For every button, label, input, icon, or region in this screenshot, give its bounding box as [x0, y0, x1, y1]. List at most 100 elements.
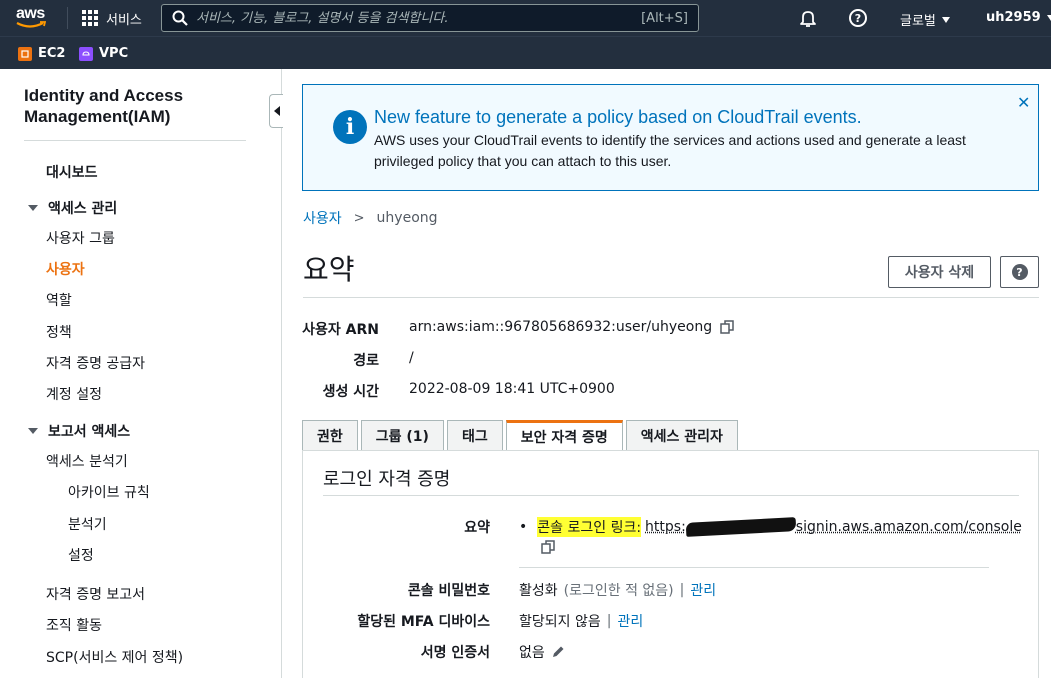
sidebar-section-access-management[interactable]: 액세스 관리 — [28, 198, 117, 218]
sidebar-item-account-settings[interactable]: 계정 설정 — [46, 384, 102, 404]
sidebar-item-identity-providers[interactable]: 자격 증명 공급자 — [46, 353, 145, 373]
section-heading: 액세스 관리 — [48, 198, 117, 218]
bullet: • — [519, 519, 527, 535]
mfa-status: 할당되지 않음 — [519, 611, 601, 631]
pencil-icon[interactable] — [551, 645, 565, 659]
console-password-status: 활성화 — [519, 580, 558, 600]
page-title: 요약 — [303, 248, 355, 288]
console-link-suffix: signin.aws.amazon.com/console — [796, 519, 1022, 535]
aws-smile-icon — [16, 21, 46, 29]
console-link-prefix: https: — [645, 519, 686, 535]
signing-certificate-status: 없음 — [519, 642, 545, 662]
console-link-row: • 콘솔 로그인 링크: https: signin.aws.amazon.co… — [519, 517, 1022, 537]
sidebar-item-roles[interactable]: 역할 — [46, 290, 72, 310]
info-banner: i New feature to generate a policy based… — [302, 84, 1039, 191]
account-menu[interactable]: uh2959 — [986, 10, 1051, 25]
breadcrumb-current: uhyeong — [377, 210, 438, 226]
mfa-device-value: 할당되지 않음 | 관리 — [519, 611, 643, 631]
path-value: / — [409, 350, 414, 366]
caret-down-icon — [28, 205, 38, 211]
nav-divider — [67, 7, 68, 29]
section-heading: 보고서 액세스 — [48, 421, 130, 441]
sidebar: Identity and Access Management(IAM) 대시보드… — [0, 69, 282, 678]
tab-security-credentials[interactable]: 보안 자격 증명 — [506, 420, 623, 451]
sidebar-item-analyzers[interactable]: 분석기 — [68, 514, 107, 534]
user-arn-label: 사용자 ARN — [302, 319, 379, 339]
banner-body: AWS uses your CloudTrail events to ident… — [374, 130, 994, 172]
console-link-label: 콘솔 로그인 링크: — [537, 517, 641, 537]
services-label: 서비스 — [106, 9, 142, 28]
sidebar-item-policies[interactable]: 정책 — [46, 322, 72, 342]
security-credentials-panel: 로그인 자격 증명 요약 • 콘솔 로그인 링크: https: signin.… — [302, 450, 1039, 678]
summary-label: 요약 — [464, 517, 490, 537]
grid-icon — [82, 10, 98, 26]
copy-icon[interactable] — [541, 540, 555, 554]
sidebar-item-analyzer-settings[interactable]: 설정 — [68, 545, 94, 565]
search-icon — [172, 10, 188, 26]
favorite-vpc[interactable]: VPC — [79, 46, 128, 61]
help-button[interactable]: ? — [1000, 256, 1039, 288]
info-icon: i — [333, 110, 367, 144]
top-navigation-bar: aws 서비스 [Alt+S] ? 글로벌 uh2959 — [0, 0, 1051, 36]
close-icon[interactable]: ✕ — [1017, 93, 1030, 112]
breadcrumb: 사용자 > uhyeong — [303, 208, 438, 228]
sidebar-title[interactable]: Identity and Access Management(IAM) — [24, 85, 224, 127]
region-label: 글로벌 — [900, 10, 936, 29]
sidebar-section-access-reports[interactable]: 보고서 액세스 — [28, 421, 130, 441]
section-divider — [323, 495, 1019, 496]
row-divider — [519, 567, 989, 568]
delete-user-button[interactable]: 사용자 삭제 — [888, 256, 991, 288]
services-menu-button[interactable]: 서비스 — [82, 8, 142, 28]
console-password-value: 활성화 (로그인한 적 없음) | 관리 — [519, 580, 716, 600]
creation-time-value: 2022-08-09 18:41 UTC+0900 — [409, 381, 615, 397]
user-arn-text: arn:aws:iam::967805686932:user/uhyeong — [409, 319, 712, 335]
sidebar-item-scp[interactable]: SCP(서비스 제어 정책) — [46, 647, 183, 667]
mfa-device-label: 할당된 MFA 디바이스 — [357, 611, 490, 631]
summary-divider — [303, 297, 1039, 298]
favorite-label: EC2 — [38, 46, 65, 61]
manage-password-link[interactable]: 관리 — [690, 580, 716, 600]
favorite-ec2[interactable]: EC2 — [18, 46, 65, 61]
section-title: 로그인 자격 증명 — [323, 465, 450, 491]
chevron-down-icon — [1047, 15, 1051, 21]
path-label: 경로 — [353, 350, 379, 370]
creation-time-label: 생성 시간 — [323, 381, 379, 401]
signing-certificate-value: 없음 — [519, 642, 565, 662]
console-password-note: (로그인한 적 없음) — [564, 580, 674, 600]
bell-icon[interactable] — [799, 9, 817, 27]
separator: | — [680, 582, 685, 598]
caret-left-icon — [274, 106, 280, 116]
sidebar-item-users[interactable]: 사용자 — [46, 259, 85, 279]
favorite-label: VPC — [99, 46, 128, 61]
account-label: uh2959 — [986, 10, 1041, 25]
sidebar-item-access-analyzer[interactable]: 액세스 분석기 — [46, 451, 128, 471]
tab-bar: 권한 그룹 (1) 태그 보안 자격 증명 액세스 관리자 — [302, 420, 738, 451]
sidebar-collapse-button[interactable] — [269, 94, 283, 128]
sidebar-divider — [24, 140, 246, 141]
copy-icon[interactable] — [720, 320, 734, 334]
help-icon: ? — [1012, 264, 1028, 280]
sidebar-item-archive-rules[interactable]: 아카이브 규칙 — [68, 482, 150, 502]
banner-title[interactable]: New feature to generate a policy based o… — [374, 107, 862, 128]
sidebar-item-credential-report[interactable]: 자격 증명 보고서 — [46, 584, 145, 604]
breadcrumb-users-link[interactable]: 사용자 — [303, 208, 342, 228]
search-shortcut-hint: [Alt+S] — [641, 11, 688, 26]
chevron-down-icon — [942, 17, 950, 23]
aws-logo[interactable]: aws — [16, 6, 50, 32]
tab-groups[interactable]: 그룹 (1) — [361, 420, 444, 451]
manage-mfa-link[interactable]: 관리 — [617, 611, 643, 631]
tab-access-advisor[interactable]: 액세스 관리자 — [626, 420, 738, 451]
sidebar-item-dashboard[interactable]: 대시보드 — [46, 162, 98, 182]
aws-logo-text: aws — [16, 6, 50, 22]
redaction-mark — [686, 517, 797, 537]
sidebar-item-user-groups[interactable]: 사용자 그룹 — [46, 228, 115, 248]
region-selector[interactable]: 글로벌 — [900, 10, 950, 29]
help-icon[interactable]: ? — [849, 9, 867, 27]
sidebar-item-organization-activity[interactable]: 조직 활동 — [46, 615, 102, 635]
tab-permissions[interactable]: 권한 — [302, 420, 358, 451]
caret-down-icon — [28, 428, 38, 434]
console-link-url[interactable]: https: signin.aws.amazon.com/console — [645, 519, 1022, 535]
search-input[interactable] — [188, 11, 641, 26]
search-bar[interactable]: [Alt+S] — [161, 4, 699, 32]
tab-tags[interactable]: 태그 — [447, 420, 503, 451]
